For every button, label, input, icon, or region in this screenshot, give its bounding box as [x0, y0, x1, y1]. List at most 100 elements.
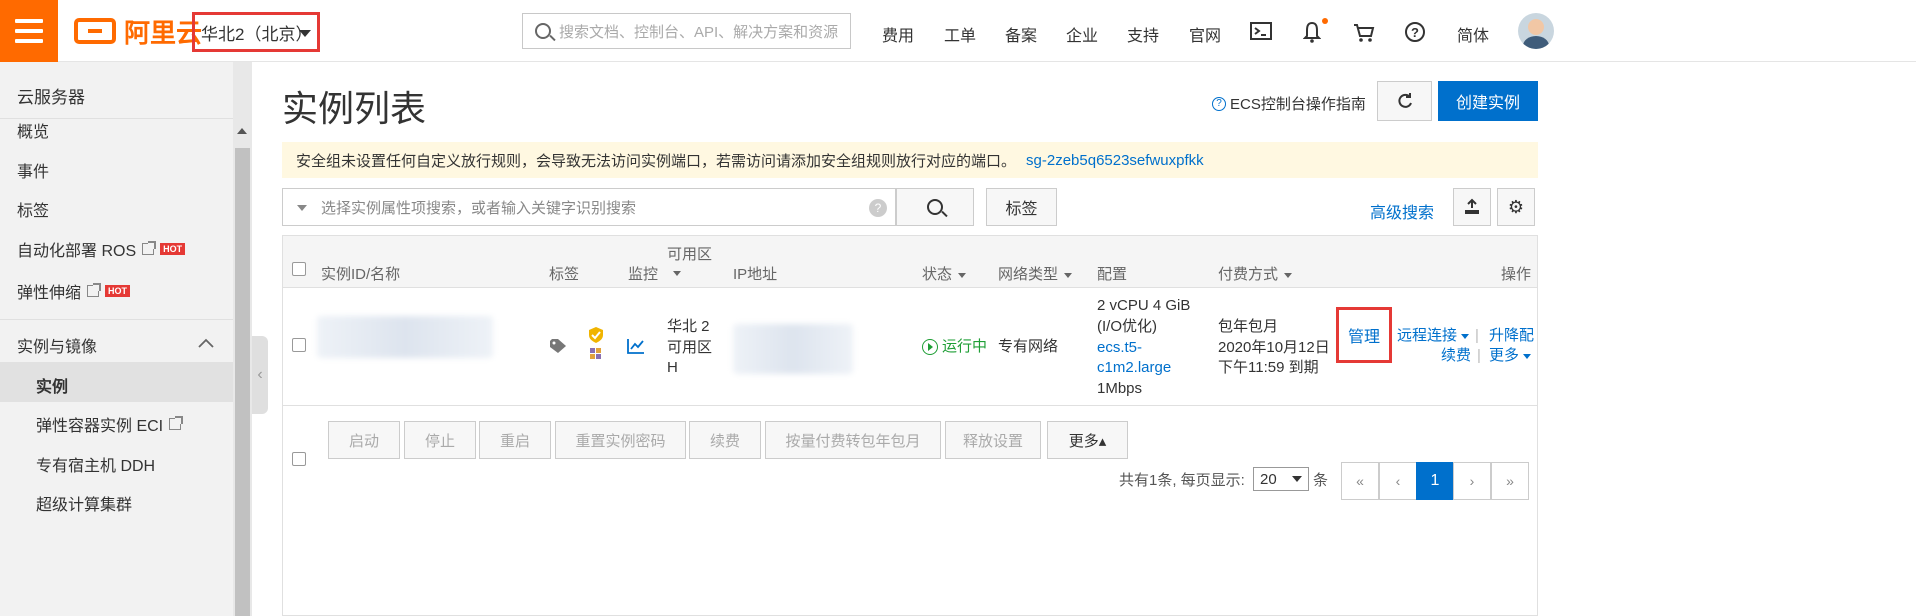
- row-checkbox[interactable]: [292, 338, 306, 352]
- nav-enterprise[interactable]: 企业: [1066, 22, 1098, 46]
- language-switch[interactable]: 简体: [1457, 22, 1489, 46]
- select-all-checkbox[interactable]: [292, 262, 306, 276]
- last-page-button[interactable]: »: [1491, 462, 1529, 500]
- bulk-restart-button[interactable]: 重启: [479, 421, 551, 459]
- bulk-start-button[interactable]: 启动: [328, 421, 400, 459]
- nav-support[interactable]: 支持: [1127, 22, 1159, 46]
- sidebar-item-autoscaling[interactable]: 弹性伸缩 HOT: [17, 279, 131, 303]
- sidebar-item-ddh[interactable]: 专有宿主机 DDH: [36, 452, 155, 476]
- instance-type-link-1[interactable]: ecs.t5-: [1097, 338, 1142, 358]
- prev-page-button[interactable]: ‹: [1379, 462, 1417, 500]
- create-instance-button[interactable]: 创建实例: [1438, 81, 1538, 121]
- more-actions-label: 更多: [1489, 347, 1520, 364]
- bell-icon[interactable]: [1303, 21, 1321, 43]
- scroll-up-arrow-icon[interactable]: [237, 128, 247, 134]
- col-status[interactable]: 状态: [922, 263, 967, 284]
- nav-website[interactable]: 官网: [1189, 22, 1221, 46]
- region-selector[interactable]: 华北2（北京）: [192, 12, 320, 52]
- col-tags: 标签: [549, 266, 580, 283]
- instance-type-link-2[interactable]: c1m2.large: [1097, 358, 1171, 378]
- sidebar-item-ros[interactable]: 自动化部署 ROS HOT: [17, 237, 186, 261]
- sidebar-item-overview[interactable]: 概览: [17, 118, 49, 142]
- col-zone[interactable]: 可用区: [667, 243, 712, 281]
- global-search-input[interactable]: 搜索文档、控制台、API、解决方案和资源: [522, 13, 851, 49]
- nav-icp[interactable]: 备案: [1005, 22, 1037, 46]
- col-billing[interactable]: 付费方式: [1218, 263, 1293, 284]
- instance-filter-input[interactable]: 选择实例属性项搜索，或者输入关键字识别搜索 ?: [282, 188, 896, 226]
- more-actions-button[interactable]: 更多: [1489, 346, 1532, 366]
- col-network[interactable]: 网络类型: [998, 263, 1073, 284]
- tag-filter-button[interactable]: 标签: [986, 188, 1057, 226]
- bulk-convert-billing-button[interactable]: 按量付费转包年包月: [765, 421, 941, 459]
- search-button[interactable]: [896, 188, 974, 226]
- sidebar-item-instances[interactable]: 实例: [36, 373, 68, 397]
- renew-label: 续费: [1441, 347, 1472, 364]
- menu-icon[interactable]: [0, 0, 58, 62]
- top-bar: 阿里云 华北2（北京） 搜索文档、控制台、API、解决方案和资源 费用 工单 备…: [0, 0, 1916, 62]
- terminal-icon[interactable]: [1250, 22, 1272, 40]
- sort-caret-icon: [673, 270, 681, 276]
- brand-logo[interactable]: 阿里云: [74, 15, 202, 48]
- bandwidth: 1Mbps: [1097, 380, 1143, 397]
- table-header: 实例ID/名称 标签 监控 可用区 IP地址 状态 网络类型 配置 付费方式 操…: [283, 236, 1537, 288]
- refresh-button[interactable]: [1377, 81, 1432, 121]
- first-page-button[interactable]: «: [1341, 462, 1379, 500]
- chevron-up-icon[interactable]: [198, 338, 214, 348]
- col-monitor: 监控: [628, 266, 659, 283]
- sort-caret-icon: [958, 272, 967, 278]
- cart-icon[interactable]: [1353, 23, 1375, 43]
- nav-fees[interactable]: 费用: [882, 22, 914, 46]
- nav-tickets[interactable]: 工单: [944, 22, 976, 46]
- sidebar-title: 云服务器: [17, 88, 85, 107]
- ecs-guide-link[interactable]: ? ECS控制台操作指南: [1212, 93, 1366, 114]
- settings-button[interactable]: ⚙: [1497, 188, 1535, 226]
- tag-icon[interactable]: [549, 338, 569, 354]
- bulk-more-button[interactable]: 更多▴: [1047, 421, 1128, 459]
- instance-table: 实例ID/名称 标签 监控 可用区 IP地址 状态 网络类型 配置 付费方式 操…: [282, 235, 1538, 616]
- bulk-renew-button[interactable]: 续费: [689, 421, 761, 459]
- sidebar-item-tags[interactable]: 标签: [17, 197, 49, 221]
- help-icon[interactable]: ?: [1404, 21, 1426, 43]
- gear-icon: ⚙: [1507, 196, 1525, 217]
- renew-button[interactable]: 续费 |: [1441, 346, 1487, 366]
- sidebar-collapse-toggle[interactable]: ‹: [252, 336, 268, 414]
- config-cpu-mem: 2 vCPU 4 GiB: [1097, 297, 1191, 314]
- resize-button[interactable]: 升降配: [1489, 326, 1534, 346]
- zone-line-3: H: [667, 359, 678, 376]
- bulk-reset-password-button[interactable]: 重置实例密码: [555, 421, 686, 459]
- manage-button[interactable]: 管理: [1336, 307, 1392, 363]
- sidebar-item-events[interactable]: 事件: [17, 158, 49, 182]
- sort-caret-icon: [1064, 272, 1073, 278]
- security-group-link[interactable]: sg-2zeb5q6523sefwuxpfkk: [1026, 152, 1204, 169]
- global-search-placeholder: 搜索文档、控制台、API、解决方案和资源: [559, 23, 839, 41]
- sidebar-item-eci[interactable]: 弹性容器实例 ECI: [36, 412, 184, 436]
- export-button[interactable]: [1453, 188, 1491, 226]
- col-config: 配置: [1097, 266, 1128, 283]
- security-shield-icon[interactable]: [587, 326, 605, 362]
- caret-down-icon[interactable]: [297, 205, 307, 211]
- search-icon: [927, 199, 943, 215]
- scrollbar-thumb[interactable]: [235, 148, 250, 616]
- bulk-release-settings-button[interactable]: 释放设置: [945, 421, 1041, 459]
- security-group-alert: 安全组未设置任何自定义放行规则，会导致无法访问实例端口，若需访问请添加安全组规则…: [282, 142, 1538, 178]
- advanced-search-link[interactable]: 高级搜索: [1370, 199, 1434, 223]
- bulk-select-checkbox[interactable]: [292, 452, 306, 466]
- page-title: 实例列表: [282, 88, 427, 129]
- user-avatar[interactable]: [1518, 13, 1554, 49]
- sidebar-scrollbar[interactable]: [233, 62, 252, 616]
- sidebar: 云服务器 概览 事件 标签 自动化部署 ROS HOT 弹性伸缩 HOT 实例与…: [0, 62, 252, 616]
- sidebar-item-scc[interactable]: 超级计算集群: [36, 491, 132, 515]
- help-icon[interactable]: ?: [869, 199, 887, 217]
- sidebar-section-instances-images[interactable]: 实例与镜像: [17, 333, 97, 357]
- remote-connect-button[interactable]: 远程连接 |: [1397, 326, 1485, 346]
- table-row: 华北 2 可用区 H 运行中 专有网络 2 vCPU 4 GiB (I/O优化)…: [283, 288, 1537, 406]
- page-1-button[interactable]: 1: [1416, 462, 1454, 500]
- monitor-chart-icon[interactable]: [627, 338, 645, 354]
- bulk-stop-button[interactable]: 停止: [404, 421, 476, 459]
- next-page-button[interactable]: ›: [1453, 462, 1491, 500]
- hot-badge: HOT: [160, 243, 186, 255]
- external-link-icon: [87, 283, 102, 297]
- page-size-select[interactable]: 20: [1253, 467, 1309, 491]
- filter-placeholder: 选择实例属性项搜索，或者输入关键字识别搜索: [321, 199, 637, 217]
- external-link-icon: [142, 241, 157, 255]
